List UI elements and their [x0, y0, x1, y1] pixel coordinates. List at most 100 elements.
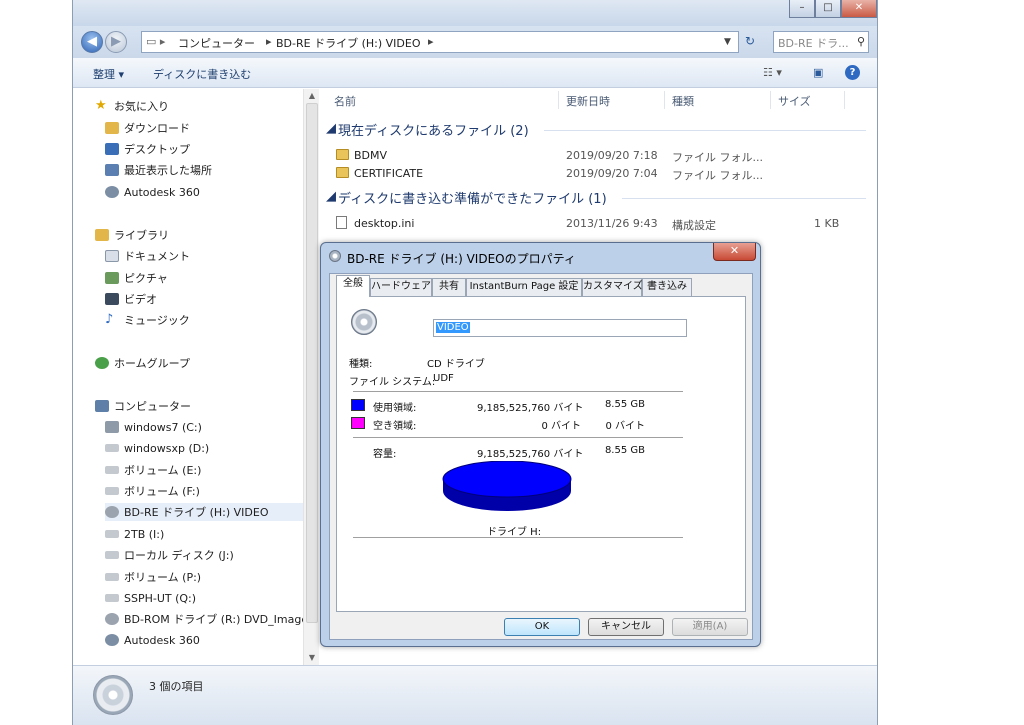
nav-computer[interactable]: コンピューター	[95, 397, 191, 415]
group-collapse-icon[interactable]: ◢	[326, 121, 336, 136]
address-dropdown-icon[interactable]: ▼	[724, 37, 731, 47]
file-row[interactable]: BDMV 2019/09/20 7:18 ファイル フォル...	[334, 147, 864, 165]
scroll-up-icon[interactable]: ▲	[304, 89, 320, 103]
nav-autodesk-360-favorite[interactable]: Autodesk 360	[105, 183, 200, 201]
tab-hardware[interactable]: ハードウェア	[370, 278, 432, 296]
nav-autodesk-360[interactable]: Autodesk 360	[105, 631, 200, 649]
file-name: desktop.ini	[354, 217, 415, 230]
group-collapse-icon[interactable]: ◢	[326, 189, 336, 204]
ok-button[interactable]: OK	[504, 618, 580, 636]
used-space-bytes: 9,185,525,760 バイト	[477, 403, 584, 414]
breadcrumb-separator-icon[interactable]: ▸	[266, 35, 272, 48]
view-options-icon[interactable]: ☷ ▾	[763, 66, 782, 79]
volume-name-input[interactable]: VIDEO	[433, 319, 687, 337]
column-type[interactable]: 種類	[672, 93, 694, 109]
back-button[interactable]: ◀	[81, 31, 103, 53]
search-input[interactable]: BD-RE ドラ...	[773, 31, 869, 53]
nav-drive-r[interactable]: BD-ROM ドライブ (R:) DVD_Image	[105, 610, 308, 628]
desktop-icon	[105, 143, 119, 155]
group-header-on-disc[interactable]: 現在ディスクにあるファイル (2)	[338, 120, 529, 139]
star-icon: ★	[95, 98, 107, 113]
tab-sharing[interactable]: 共有	[432, 278, 466, 296]
nav-drive-e[interactable]: ボリューム (E:)	[105, 461, 201, 479]
nav-documents[interactable]: ドキュメント	[105, 247, 190, 265]
tab-general[interactable]: 全般	[336, 275, 370, 297]
group-header-ready-to-burn[interactable]: ディスクに書き込む準備ができたファイル (1)	[338, 188, 607, 207]
nav-homegroup[interactable]: ホームグループ	[95, 354, 190, 372]
nav-pictures[interactable]: ピクチャ	[105, 269, 168, 287]
capacity-gb: 8.55 GB	[604, 445, 645, 456]
nav-label: ライブラリ	[114, 229, 169, 242]
breadcrumb-drive[interactable]: BD-RE ドライブ (H:) VIDEO	[276, 35, 420, 51]
forward-button[interactable]: ▶	[105, 31, 127, 53]
preview-pane-icon[interactable]: ▣	[813, 66, 823, 79]
file-row[interactable]: desktop.ini 2013/11/26 9:43 構成設定 1 KB	[334, 215, 864, 233]
file-size: 1 KB	[814, 217, 840, 230]
nav-recent-places[interactable]: 最近表示した場所	[105, 161, 212, 179]
downloads-folder-icon	[105, 122, 119, 134]
refresh-icon[interactable]: ↻	[745, 34, 755, 48]
disc-usage-pie	[442, 461, 572, 511]
file-row[interactable]: CERTIFICATE 2019/09/20 7:04 ファイル フォル...	[334, 165, 864, 183]
nav-downloads[interactable]: ダウンロード	[105, 119, 190, 137]
apply-button[interactable]: 適用(A)	[672, 618, 748, 636]
nav-libraries[interactable]: ライブラリ	[95, 226, 169, 244]
nav-drive-i[interactable]: 2TB (I:)	[105, 525, 164, 543]
organize-button[interactable]: 整理 ▾	[93, 66, 124, 82]
file-date: 2019/09/20 7:04	[566, 167, 658, 180]
column-divider	[558, 91, 559, 109]
nav-drive-h[interactable]: BD-RE ドライブ (H:) VIDEO	[105, 503, 305, 521]
tab-burning[interactable]: 書き込み	[642, 278, 692, 296]
nav-label: 2TB (I:)	[124, 527, 165, 541]
navigation-pane: ★ お気に入り ダウンロード デスクトップ 最近表示した場所 Autodesk 3…	[73, 89, 308, 665]
help-icon[interactable]: ?	[845, 65, 860, 80]
column-size[interactable]: サイズ	[778, 93, 811, 109]
nav-drive-f[interactable]: ボリューム (F:)	[105, 482, 200, 500]
dialog-close-button[interactable]: ✕	[713, 243, 756, 261]
nav-label: windows7 (C:)	[124, 420, 202, 434]
nav-label: お気に入り	[114, 100, 169, 113]
maximize-button[interactable]: □	[815, 0, 841, 18]
nav-label: ミュージック	[124, 314, 190, 327]
column-date[interactable]: 更新日時	[566, 93, 610, 109]
navigation-scrollbar[interactable]: ▲ ▼	[303, 89, 319, 665]
drive-label: ドライブ H:	[487, 527, 542, 538]
nav-label: 最近表示した場所	[124, 164, 212, 177]
nav-drive-j[interactable]: ローカル ディスク (J:)	[105, 546, 234, 564]
nav-favorites[interactable]: ★ お気に入り	[95, 97, 169, 115]
breadcrumb-chevron-icon[interactable]: ▸	[428, 35, 434, 48]
nav-label: ドキュメント	[124, 250, 190, 263]
scrollbar-thumb[interactable]	[306, 103, 318, 623]
tab-instantburn[interactable]: InstantBurn Page 設定	[466, 278, 582, 296]
folder-icon	[336, 167, 349, 178]
nav-drive-d[interactable]: windowsxp (D:)	[105, 439, 209, 457]
computer-icon	[95, 400, 109, 412]
bd-rom-drive-icon	[105, 613, 119, 625]
scroll-down-icon[interactable]: ▼	[304, 651, 320, 665]
burn-button[interactable]: ディスクに書き込む	[153, 66, 251, 82]
nav-drive-p[interactable]: ボリューム (P:)	[105, 568, 201, 586]
breadcrumb-computer[interactable]: コンピューター	[178, 35, 255, 51]
nav-drive-q[interactable]: SSPH-UT (Q:)	[105, 589, 196, 607]
nav-drive-c[interactable]: windows7 (C:)	[105, 418, 202, 436]
file-type: ファイル フォル...	[672, 151, 763, 164]
nav-music[interactable]: ♪ ミュージック	[105, 311, 190, 329]
nav-desktop[interactable]: デスクトップ	[105, 140, 190, 158]
tab-customize[interactable]: カスタマイズ	[582, 278, 643, 296]
cancel-button[interactable]: キャンセル	[588, 618, 664, 636]
music-icon: ♪	[105, 312, 114, 327]
search-icon[interactable]: ⚲	[857, 35, 865, 48]
filesystem-value: UDF	[433, 373, 454, 384]
address-field[interactable]: ▭ ▸ コンピューター ▸ BD-RE ドライブ (H:) VIDEO ▸ ▼	[141, 31, 739, 53]
minimize-button[interactable]: –	[789, 0, 815, 18]
column-divider	[664, 91, 665, 109]
nav-label: BD-ROM ドライブ (R:) DVD_Image	[124, 613, 309, 626]
file-type: 構成設定	[672, 219, 716, 232]
column-name[interactable]: 名前	[334, 93, 356, 109]
used-space-swatch	[351, 399, 365, 411]
file-date: 2013/11/26 9:43	[566, 217, 658, 230]
drive-icon: ▭ ▸	[146, 35, 166, 48]
capacity-label: 容量:	[373, 449, 397, 460]
nav-videos[interactable]: ビデオ	[105, 290, 157, 308]
close-button[interactable]: ✕	[841, 0, 877, 18]
